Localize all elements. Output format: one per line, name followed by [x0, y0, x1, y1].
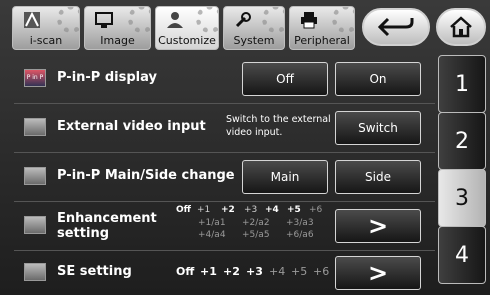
- pinp-off-button[interactable]: Off: [242, 62, 328, 96]
- row-se-setting: SE setting Off +1 +2 +3 +4 +5 +6 >: [14, 251, 435, 295]
- row-external-video: External video input Switch to the exter…: [14, 106, 435, 150]
- tab-label: Image: [100, 34, 135, 47]
- home-icon: [450, 16, 472, 38]
- main-button[interactable]: Main: [242, 160, 328, 194]
- gear-decoration-icon: [332, 7, 354, 33]
- pinp-icon: P in P: [24, 69, 46, 87]
- external-video-label: External video input: [57, 119, 206, 134]
- home-button[interactable]: [436, 8, 486, 46]
- divider: [14, 201, 435, 202]
- row-pinp-display: P in P P-in-P display Off On: [14, 57, 435, 101]
- pinp-display-label: P-in-P display: [57, 70, 157, 85]
- back-arrow-icon: [377, 17, 414, 37]
- side-tab-3[interactable]: 3: [438, 169, 486, 227]
- enhancement-level: +4: [265, 205, 279, 215]
- enhancement-level: +1: [197, 205, 211, 215]
- enhancement-icon: [24, 216, 46, 234]
- external-video-icon: [24, 118, 46, 136]
- divider: [14, 103, 435, 104]
- se-next-button[interactable]: >: [335, 256, 421, 290]
- side-button[interactable]: Side: [335, 160, 421, 194]
- external-video-description: Switch to the external video input.: [226, 113, 346, 139]
- enhancement-level: +5/a5: [242, 230, 270, 240]
- divider: [14, 152, 435, 153]
- tab-label: Peripheral: [294, 34, 350, 47]
- label-line: Enhancement: [57, 211, 157, 226]
- side-tab-2[interactable]: 2: [438, 112, 486, 170]
- back-button[interactable]: [362, 8, 430, 46]
- se-level: +1: [200, 265, 217, 278]
- se-level: +6: [313, 265, 330, 278]
- wrench-icon: [235, 12, 251, 28]
- i-scan-icon: [24, 11, 40, 28]
- enhancement-level: +2/a2: [242, 218, 270, 228]
- gear-decoration-icon: [196, 7, 218, 33]
- side-tab-1[interactable]: 1: [438, 55, 486, 113]
- label-line: setting: [57, 226, 109, 241]
- enhancement-level: +4/a4: [198, 230, 226, 240]
- monitor-icon: [95, 12, 113, 28]
- settings-screen: i-scan Image Customize System Peripheral: [0, 0, 490, 295]
- row-pinp-change: P-in-P Main/Side change Main Side: [14, 155, 435, 199]
- gear-decoration-icon: [262, 7, 284, 33]
- tab-label: i-scan: [29, 34, 63, 47]
- tab-label: Customize: [158, 34, 216, 47]
- tab-system[interactable]: System: [223, 6, 285, 50]
- enhancement-level: +5: [287, 205, 301, 215]
- pinp-change-label: P-in-P Main/Side change: [57, 168, 235, 183]
- se-icon: [24, 263, 46, 281]
- enhancement-level: +3/a3: [286, 218, 314, 228]
- tab-label: System: [233, 34, 275, 47]
- enhancement-level: +1/a1: [198, 218, 226, 228]
- enhancement-label: Enhancement setting: [57, 211, 157, 241]
- enhancement-next-button[interactable]: >: [335, 209, 421, 243]
- enhancement-level-off: Off: [176, 205, 191, 215]
- switch-button[interactable]: Switch: [335, 111, 421, 145]
- pinp-on-button[interactable]: On: [335, 62, 421, 96]
- se-level: +4: [269, 265, 286, 278]
- row-enhancement: Enhancement setting Off +1 +2 +3 +4 +5 +…: [14, 204, 435, 248]
- gear-decoration-icon: [128, 7, 150, 33]
- pinp-change-icon: [24, 167, 46, 185]
- se-level: +2: [223, 265, 240, 278]
- side-tab-4[interactable]: 4: [438, 226, 486, 284]
- description-line: Switch to the external: [226, 114, 331, 125]
- enhancement-level: +6: [309, 205, 323, 215]
- user-icon: [167, 12, 183, 28]
- se-setting-label: SE setting: [57, 264, 132, 279]
- se-level: +3: [246, 265, 263, 278]
- se-level-off: Off: [176, 265, 195, 278]
- description-line: video input.: [226, 127, 283, 138]
- tab-peripheral[interactable]: Peripheral: [289, 6, 355, 50]
- enhancement-level: +2: [221, 205, 235, 215]
- gear-decoration-icon: [57, 7, 79, 33]
- printer-icon: [301, 12, 317, 29]
- tab-i-scan[interactable]: i-scan: [12, 6, 80, 50]
- enhancement-level: +6/a6: [286, 230, 314, 240]
- se-level: +5: [291, 265, 308, 278]
- tab-image[interactable]: Image: [84, 6, 151, 50]
- enhancement-level: +3: [244, 205, 258, 215]
- tab-customize[interactable]: Customize: [155, 6, 219, 50]
